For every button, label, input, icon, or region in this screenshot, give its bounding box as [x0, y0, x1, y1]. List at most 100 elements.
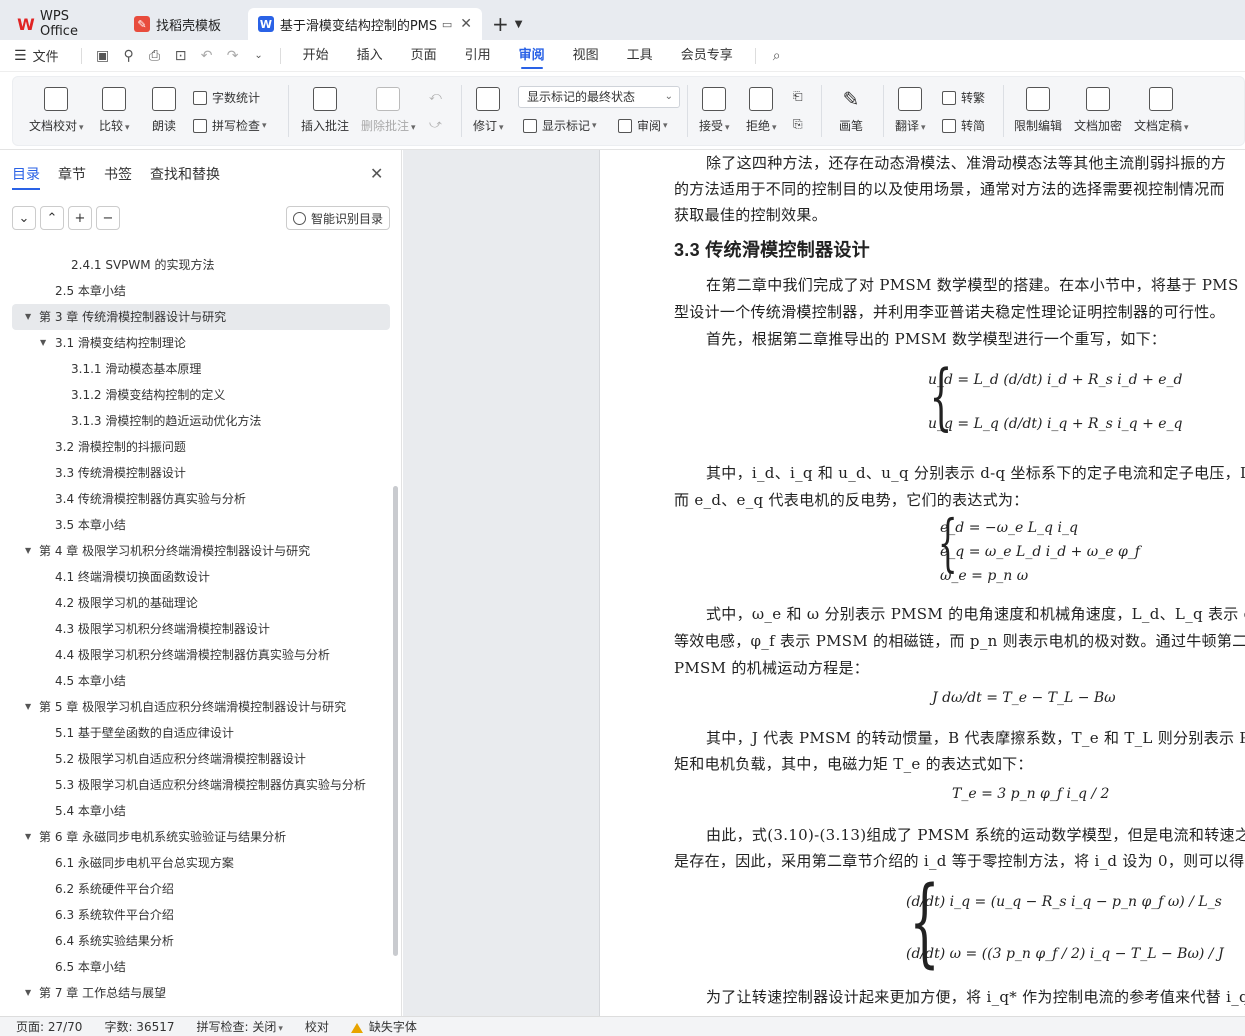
prev-change-icon[interactable]: ⎗	[793, 89, 803, 104]
menu-home[interactable]: 开始	[303, 40, 329, 72]
accept-button[interactable]: 接受 ▾	[699, 87, 730, 134]
expand-triangle-icon[interactable]: ▼	[25, 538, 31, 564]
toc-item[interactable]: 3.3 传统滑模控制器设计	[12, 460, 390, 486]
toc-item[interactable]: ▼ 第 3 章 传统滑模控制器设计与研究	[12, 304, 390, 330]
scrollbar[interactable]	[393, 486, 398, 956]
expand-triangle-icon[interactable]: ▼	[25, 694, 31, 720]
track-changes-button[interactable]: 修订 ▾	[473, 87, 504, 134]
reject-button[interactable]: 拒绝 ▾	[746, 87, 777, 134]
word-count-indicator[interactable]: 字数: 36517	[104, 1018, 174, 1035]
expand-triangle-icon[interactable]: ▼	[25, 304, 31, 330]
spell-check-button[interactable]: 拼写检查 ▾	[193, 117, 267, 134]
toc-item[interactable]: 4.1 终端滑模切换面函数设计	[12, 564, 390, 590]
print-icon[interactable]: ⎙	[142, 48, 168, 64]
toc-item[interactable]: 3.1.2 滑模变结构控制的定义	[12, 382, 390, 408]
save-icon[interactable]: ▣	[90, 48, 116, 64]
redo-icon[interactable]: ↷	[220, 48, 246, 64]
toc-item[interactable]: ▼ 第 7 章 工作总结与展望	[12, 980, 390, 1006]
toc-item[interactable]: 5.3 极限学习机自适应积分终端滑模控制器仿真实验与分析	[12, 772, 390, 798]
toc-item[interactable]: 6.2 系统硬件平台介绍	[12, 876, 390, 902]
markup-display-select[interactable]: 显示标记的最终状态 ⌄	[518, 86, 680, 108]
doc-encrypt-button[interactable]: 文档加密	[1074, 87, 1122, 134]
tab-toc[interactable]: 目录	[12, 164, 40, 190]
toc-item[interactable]: 4.2 极限学习机的基础理论	[12, 590, 390, 616]
missing-font-status[interactable]: 缺失字体	[350, 1018, 417, 1035]
show-markup-button[interactable]: 显示标记 ▾	[523, 117, 597, 134]
next-change-icon[interactable]: ⎘	[793, 117, 803, 132]
toc-item[interactable]: ▼ 第 4 章 极限学习机积分终端滑模控制器设计与研究	[12, 538, 390, 564]
restrict-edit-button[interactable]: 限制编辑	[1014, 87, 1062, 134]
tab-find-replace[interactable]: 查找和替换	[150, 164, 220, 190]
menu-view[interactable]: 视图	[573, 40, 599, 72]
close-icon[interactable]: ✕	[460, 16, 472, 32]
compare-button[interactable]: 比较 ▾	[99, 87, 130, 134]
screen-icon[interactable]: ▭	[442, 18, 452, 31]
file-menu[interactable]: ☰ 文件	[14, 46, 59, 66]
tab-sections[interactable]: 章节	[58, 164, 86, 190]
toc-item[interactable]: 6.4 系统实验结果分析	[12, 928, 390, 954]
new-tab-icon[interactable]: +	[486, 8, 515, 40]
add-heading-button[interactable]: +	[68, 206, 92, 230]
chevron-down-icon[interactable]: ▼	[515, 8, 523, 40]
toc-item[interactable]: 3.5 本章小结	[12, 512, 390, 538]
document-page[interactable]: 除了这四种方法，还存在动态滑模法、准滑动模态法等其他主流削弱抖振的方 的方法适用…	[599, 150, 1245, 1016]
toc-item[interactable]: 3.2 滑模控制的抖振问题	[12, 434, 390, 460]
review-pane-button[interactable]: 审阅 ▾	[618, 117, 668, 134]
toc-item[interactable]: 3.1.1 滑动模态基本原理	[12, 356, 390, 382]
toc-item[interactable]: 5.2 极限学习机自适应积分终端滑模控制器设计	[12, 746, 390, 772]
toc-item[interactable]: 3.1.3 滑模控制的趋近运动优化方法	[12, 408, 390, 434]
expand-triangle-icon[interactable]: ▼	[40, 330, 46, 356]
search-icon[interactable]: ⌕	[764, 48, 790, 64]
toc-item[interactable]: ▼ 第 6 章 永磁同步电机系统实验验证与结果分析	[12, 824, 390, 850]
smart-toc-button[interactable]: 智能识别目录	[286, 206, 390, 230]
undo-icon[interactable]: ↶	[194, 48, 220, 64]
menu-references[interactable]: 引用	[465, 40, 491, 72]
toc-item[interactable]: 6.3 系统软件平台介绍	[12, 902, 390, 928]
remove-heading-button[interactable]: −	[96, 206, 120, 230]
menu-tools[interactable]: 工具	[627, 40, 653, 72]
tab-wps-office[interactable]: W WPS Office	[8, 8, 120, 40]
close-icon[interactable]: ✕	[370, 164, 383, 183]
link-icon[interactable]: ⚲	[116, 48, 142, 64]
chevron-down-icon[interactable]: ⌄	[246, 50, 272, 61]
translate-button[interactable]: 翻译 ▾	[895, 87, 926, 134]
toc-item[interactable]: ▼ 3.1 滑模变结构控制理论	[12, 330, 390, 356]
delete-comment-button[interactable]: 删除批注 ▾	[361, 87, 416, 134]
collapse-all-button[interactable]: ⌃	[40, 206, 64, 230]
toc-item[interactable]: 2.5 本章小结	[12, 278, 390, 304]
tab-daoke-template[interactable]: ✎ 找稻壳模板	[124, 8, 244, 40]
tab-bookmarks[interactable]: 书签	[104, 164, 132, 190]
toc-item[interactable]: 4.3 极限学习机积分终端滑模控制器设计	[12, 616, 390, 642]
page-indicator[interactable]: 页面: 27/70	[16, 1018, 82, 1035]
insert-comment-button[interactable]: 插入批注	[301, 87, 349, 134]
toc-item[interactable]: 5.1 基于壁垒函数的自适应律设计	[12, 720, 390, 746]
menu-review[interactable]: 审阅	[519, 40, 545, 72]
expand-triangle-icon[interactable]: ▼	[25, 824, 31, 850]
next-comment-icon[interactable]: ⤻	[429, 117, 442, 132]
expand-all-button[interactable]: ⌄	[12, 206, 36, 230]
to-simplified-button[interactable]: 转简	[942, 117, 985, 134]
read-aloud-button[interactable]: 朗读	[152, 87, 176, 134]
pen-button[interactable]: ✎ 画笔	[839, 87, 863, 134]
toc-item[interactable]: 5.4 本章小结	[12, 798, 390, 824]
menu-insert[interactable]: 插入	[357, 40, 383, 72]
doc-finalize-button[interactable]: 文档定稿 ▾	[1134, 87, 1189, 134]
toc-item[interactable]: 3.4 传统滑模控制器仿真实验与分析	[12, 486, 390, 512]
spell-check-status[interactable]: 拼写检查: 关闭 ▾	[197, 1018, 283, 1035]
prev-comment-icon[interactable]: ⤺	[429, 89, 442, 104]
toc-item[interactable]: 4.5 本章小结	[12, 668, 390, 694]
word-count-button[interactable]: 字数统计	[193, 89, 260, 106]
menu-member[interactable]: 会员专享	[681, 40, 733, 72]
toc-item[interactable]: 6.1 永磁同步电机平台总实现方案	[12, 850, 390, 876]
doc-check-button[interactable]: 文档校对 ▾	[29, 87, 84, 134]
print-preview-icon[interactable]: ⊡	[168, 48, 194, 64]
toc-item[interactable]: 2.4.1 SVPWM 的实现方法	[12, 252, 390, 278]
to-traditional-button[interactable]: 转繁	[942, 89, 985, 106]
menu-page[interactable]: 页面	[411, 40, 437, 72]
tab-document[interactable]: W 基于滑模变结构控制的PMSM ▭ ✕	[248, 8, 482, 40]
expand-triangle-icon[interactable]: ▼	[25, 980, 31, 1006]
toc-item[interactable]: 4.4 极限学习机积分终端滑模控制器仿真实验与分析	[12, 642, 390, 668]
proofread-status[interactable]: 校对	[305, 1018, 329, 1035]
toc-item[interactable]: ▼ 第 5 章 极限学习机自适应积分终端滑模控制器设计与研究	[12, 694, 390, 720]
toc-item[interactable]: 6.5 本章小结	[12, 954, 390, 980]
